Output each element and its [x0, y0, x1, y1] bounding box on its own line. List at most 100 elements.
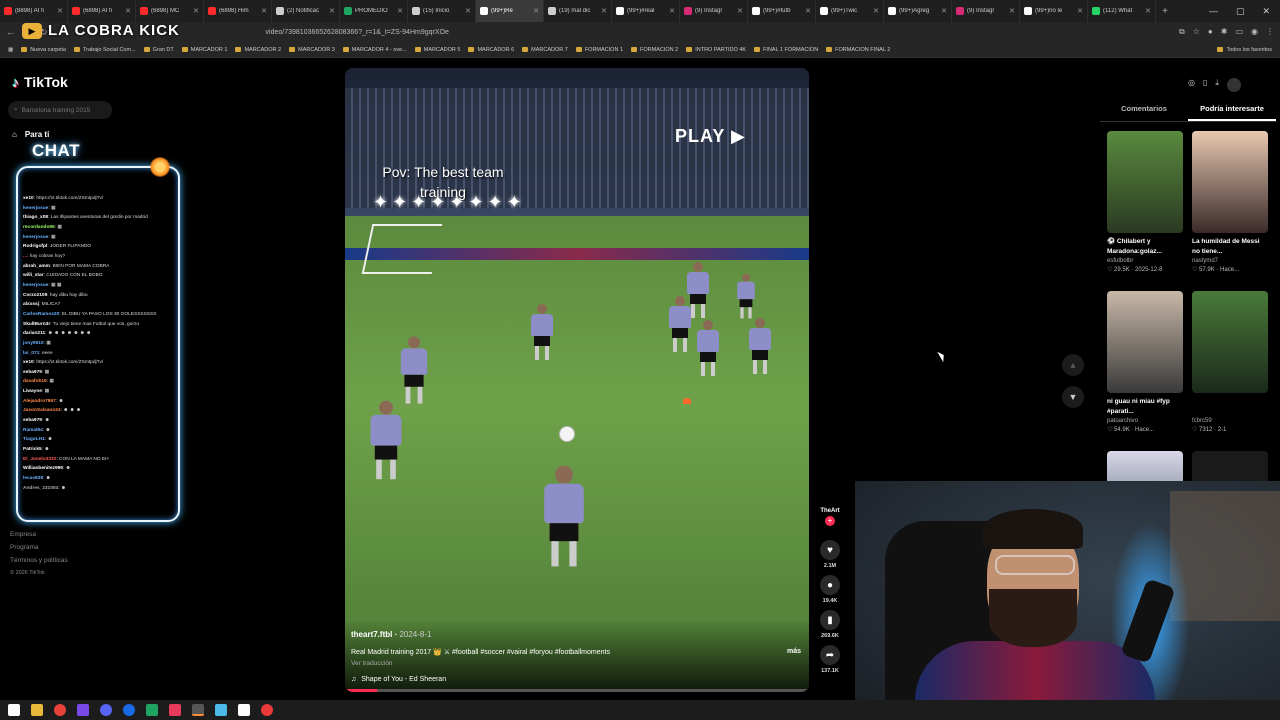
bookmark-item[interactable]: MARCADOR 3 [289, 47, 335, 53]
record-icon[interactable] [261, 704, 273, 716]
like-button[interactable]: ♥ 2.1M [820, 540, 840, 569]
creator-avatar[interactable]: TheArt [820, 508, 839, 514]
tab-close-icon[interactable]: ✕ [397, 7, 403, 15]
tab-close-icon[interactable]: ✕ [601, 7, 607, 15]
compass-icon[interactable]: ◎ [1188, 78, 1195, 92]
recommendation-card[interactable]: ⚽ Chilabert y Maradona:golaz... esfutbolb… [1107, 131, 1183, 275]
capcut-icon[interactable] [238, 704, 250, 716]
footer-link[interactable]: Términos y políticas [10, 554, 68, 567]
tab-podria-interesarte[interactable]: Podría interesarte [1188, 98, 1276, 121]
tab-close-icon[interactable]: ✕ [737, 7, 743, 15]
edge-icon[interactable] [123, 704, 135, 716]
save-button[interactable]: ▮ 269.6K [820, 610, 840, 639]
browser-tab[interactable]: (6898) MC ✕ [136, 0, 204, 22]
browser-tab[interactable]: (99+)Agreg ✕ [884, 0, 952, 22]
recommendation-card[interactable]: La humildad de Messi no tiene... nastymd7… [1192, 131, 1268, 275]
video-author-name[interactable]: theart7.ftbl [351, 630, 392, 639]
new-tab-button[interactable]: + [1156, 6, 1174, 17]
browser-tab[interactable]: PROMEDIO ✕ [340, 0, 408, 22]
card-author[interactable]: patoarchivo [1107, 417, 1183, 426]
sidebar-icon[interactable]: ▭ [1235, 27, 1243, 37]
video-music[interactable]: ♫ Shape of You - Ed Sheeran [351, 676, 446, 683]
browser-tab[interactable]: (99+)#real ✕ [612, 0, 680, 22]
card-author[interactable]: nastymd7 [1192, 257, 1268, 266]
browser-tab[interactable]: (15) Inicio ✕ [408, 0, 476, 22]
browser-tab[interactable]: (99+)no le ✕ [1020, 0, 1088, 22]
bookmark-item[interactable]: Nueva carpeta [21, 47, 66, 53]
windows-start-icon[interactable] [8, 704, 20, 716]
tab-close-icon[interactable]: ✕ [57, 7, 63, 15]
tab-close-icon[interactable]: ✕ [329, 7, 335, 15]
tab-close-icon[interactable]: ✕ [125, 7, 131, 15]
chrome-icon[interactable] [54, 704, 66, 716]
discord-icon[interactable] [100, 704, 112, 716]
close-window-icon[interactable]: ✕ [1262, 6, 1270, 17]
bookmark-star-icon[interactable]: ☆ [1193, 27, 1200, 37]
sidebar-item-para-ti[interactable]: ⌂ Para ti [12, 130, 49, 139]
twitch-icon[interactable] [77, 704, 89, 716]
bookmark-item[interactable]: FINAL 1 FORMACION [754, 47, 818, 53]
video-progress-bar[interactable] [345, 689, 809, 692]
obs-icon[interactable] [192, 704, 204, 716]
video-player[interactable]: PLAY ▶ Pov: The best team training ✦✦✦✦✦… [345, 68, 809, 692]
install-app-icon[interactable]: ⧉ [1179, 27, 1185, 37]
tab-close-icon[interactable]: ✕ [941, 7, 947, 15]
all-bookmarks-button[interactable]: Todos los favoritos [1217, 47, 1272, 53]
footer-link[interactable]: Empresa [10, 528, 68, 541]
chevron-up-icon[interactable]: ▲ [1062, 354, 1084, 376]
chevron-down-icon[interactable]: ▼ [1062, 386, 1084, 408]
browser-tab[interactable]: (8898) AI fi ✕ [0, 0, 68, 22]
bookmark-item[interactable]: MARCADOR 1 [181, 47, 227, 53]
apps-grid-icon[interactable]: ▦ [8, 47, 13, 53]
bookmark-item[interactable]: Trabajo Social Com... [73, 47, 136, 53]
bookmark-item[interactable]: MARCADOR 2 [235, 47, 281, 53]
bookmark-item[interactable]: INTRO PARTIDO 4K [686, 47, 746, 53]
app-icon[interactable] [169, 704, 181, 716]
bookmark-item[interactable]: Gran DT [143, 47, 174, 53]
browser-tab[interactable]: (2) Notificac ✕ [272, 0, 340, 22]
card-author[interactable]: fcbrc59 [1192, 417, 1268, 426]
bookmark-item[interactable]: MARCADOR 4 - ove... [342, 47, 407, 53]
footer-link[interactable]: Programa [10, 541, 68, 554]
browser-tab[interactable]: (9) Instagr ✕ [952, 0, 1020, 22]
bookmark-item[interactable]: FORMACION 1 [575, 47, 623, 53]
browser-tab[interactable]: (99+)#futb ✕ [748, 0, 816, 22]
tab-close-icon[interactable]: ✕ [669, 7, 675, 15]
tab-close-icon[interactable]: ✕ [1009, 7, 1015, 15]
card-author[interactable]: esfutbolbr [1107, 257, 1183, 266]
video-more-link[interactable]: más [787, 648, 801, 655]
video-author[interactable]: theart7.ftbl · 2024-8-1 [351, 630, 431, 639]
card-thumbnail[interactable] [1192, 131, 1268, 233]
card-thumbnail[interactable] [1192, 291, 1268, 393]
tab-close-icon[interactable]: ✕ [533, 7, 539, 15]
video-translate-link[interactable]: Ver traducción [351, 660, 393, 667]
comment-button[interactable]: ● 19.4K [820, 575, 840, 604]
bookmark-item[interactable]: FORMACION 2 [631, 47, 678, 53]
notes-icon[interactable] [215, 704, 227, 716]
recommendation-card[interactable]: fcbrc59 ♡ 7312 · 2-1 [1192, 291, 1268, 435]
bookmark-item[interactable]: MARCADOR 6 [468, 47, 514, 53]
browser-tab[interactable]: (99+)Re ✕ [476, 0, 544, 22]
device-icon[interactable]: ▯ [1203, 78, 1207, 92]
browser-tab[interactable]: (112) What ✕ [1088, 0, 1156, 22]
tab-close-icon[interactable]: ✕ [465, 7, 471, 15]
back-icon[interactable]: ← [6, 27, 15, 37]
card-thumbnail[interactable] [1107, 131, 1183, 233]
user-avatar[interactable] [1226, 78, 1241, 92]
minimize-icon[interactable]: — [1209, 6, 1218, 17]
download-icon[interactable]: ⤓ [1215, 78, 1219, 92]
url-field[interactable]: video/7398103665262808366?_r=1&_t=ZS-94H… [266, 29, 1066, 36]
tab-close-icon[interactable]: ✕ [1077, 7, 1083, 15]
follow-plus-icon[interactable]: + [825, 516, 835, 526]
tab-close-icon[interactable]: ✕ [261, 7, 267, 15]
browser-tab[interactable]: (9) Instagr ✕ [680, 0, 748, 22]
maximize-icon[interactable]: ▢ [1236, 6, 1245, 17]
browser-tab[interactable]: (6898) Him ✕ [204, 0, 272, 22]
card-thumbnail[interactable] [1107, 291, 1183, 393]
file-explorer-icon[interactable] [31, 704, 43, 716]
share-button[interactable]: ➦ 137.1K [820, 645, 840, 674]
tab-close-icon[interactable]: ✕ [873, 7, 879, 15]
profile-icon[interactable]: ◉ [1251, 27, 1258, 37]
bookmark-item[interactable]: MARCADOR 5 [414, 47, 460, 53]
tab-comentarios[interactable]: Comentarios [1100, 98, 1188, 121]
